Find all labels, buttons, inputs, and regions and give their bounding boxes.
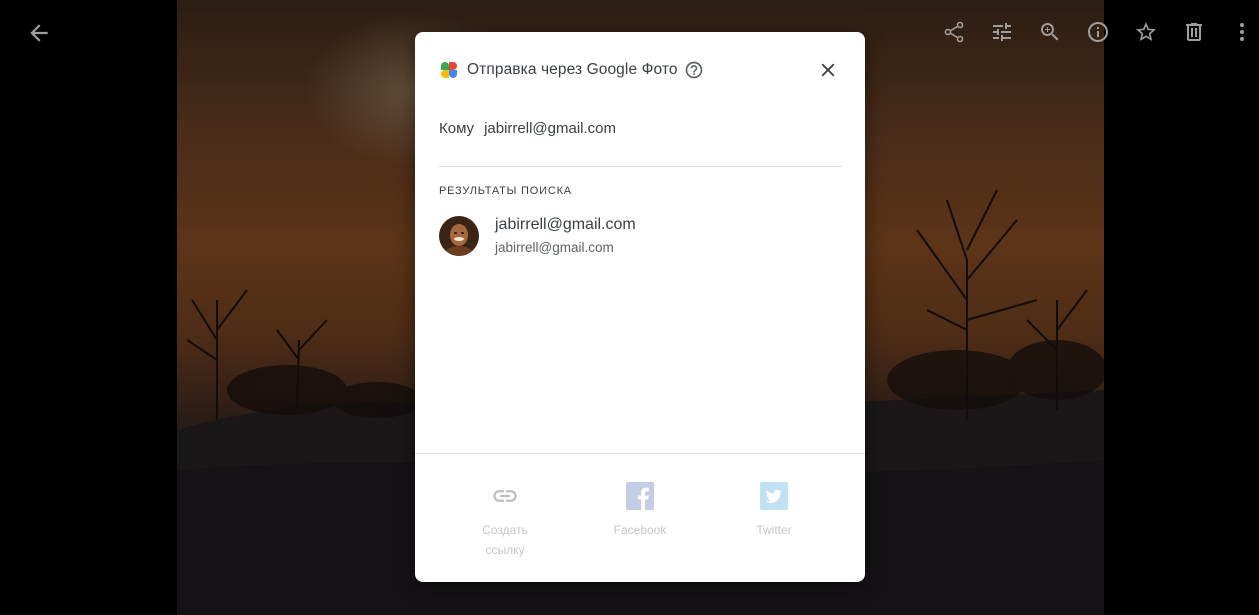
contact-result-item[interactable]: jabirrell@gmail.com jabirrell@gmail.com xyxy=(439,214,849,260)
dialog-header: Отправка через Google Фото xyxy=(439,58,704,82)
recipient-field[interactable]: Кому jabirrell@gmail.com xyxy=(439,120,842,167)
share-button[interactable] xyxy=(942,20,966,44)
facebook-label: Facebook xyxy=(613,523,667,537)
help-icon[interactable] xyxy=(684,60,704,80)
create-link-label: Создать ссылку xyxy=(482,523,528,557)
delete-icon xyxy=(1186,23,1202,41)
more-vert-icon xyxy=(1240,23,1244,41)
zoom-in-icon xyxy=(1041,23,1059,41)
twitter-share-button[interactable]: Twitter xyxy=(719,482,829,540)
info-icon xyxy=(1088,22,1108,42)
star-icon xyxy=(1136,22,1156,41)
search-results-heading: РЕЗУЛЬТАТЫ ПОИСКА xyxy=(439,185,572,197)
zoom-button[interactable] xyxy=(1038,20,1062,44)
facebook-share-button[interactable]: Facebook xyxy=(585,482,695,540)
close-button[interactable] xyxy=(817,59,839,81)
more-button[interactable] xyxy=(1230,20,1254,44)
contact-name: jabirrell@gmail.com xyxy=(495,216,636,233)
favorite-button[interactable] xyxy=(1134,20,1158,44)
avatar xyxy=(439,216,479,256)
twitter-icon xyxy=(760,482,788,510)
info-button[interactable] xyxy=(1086,20,1110,44)
recipient-input[interactable]: jabirrell@gmail.com xyxy=(484,120,616,137)
link-icon xyxy=(493,490,517,502)
facebook-icon xyxy=(626,482,654,510)
edit-tune-icon xyxy=(993,23,1011,41)
delete-button[interactable] xyxy=(1182,20,1206,44)
share-icon xyxy=(944,21,964,43)
share-dialog: Отправка через Google Фото Кому jabirrell… xyxy=(415,32,865,582)
contact-email: jabirrell@gmail.com xyxy=(495,240,614,255)
edit-button[interactable] xyxy=(990,20,1014,44)
twitter-label: Twitter xyxy=(756,523,792,537)
google-photos-logo-icon xyxy=(441,62,457,78)
dialog-title: Отправка через Google Фото xyxy=(467,61,678,78)
create-link-button[interactable]: Создать ссылку xyxy=(450,482,560,560)
avatar-photo xyxy=(439,216,479,256)
to-label: Кому xyxy=(439,120,475,137)
close-icon xyxy=(821,63,835,77)
share-options-footer: Создать ссылку Facebook Twitter xyxy=(415,453,865,582)
